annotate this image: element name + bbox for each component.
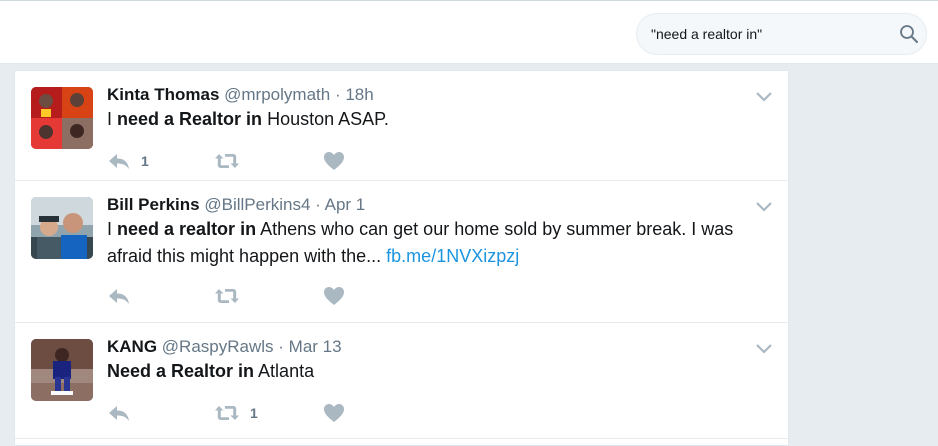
separator: · <box>315 195 321 214</box>
separator: · <box>278 337 284 356</box>
fullname[interactable]: Kinta Thomas <box>107 85 219 104</box>
text-prefix: I <box>107 219 118 239</box>
avatar[interactable] <box>31 339 93 401</box>
search-results-timeline: Kinta Thomas @mrpolymath · 18h I need a … <box>14 70 789 446</box>
fullname[interactable]: KANG <box>107 337 157 356</box>
search-input[interactable] <box>651 23 881 45</box>
tweet-actions: 1 <box>107 150 407 172</box>
tweet-actions: 1 <box>107 402 407 424</box>
retweet-count: 1 <box>250 405 258 421</box>
heart-icon <box>323 403 345 423</box>
chevron-down-icon[interactable] <box>755 342 773 354</box>
reply-button[interactable] <box>107 285 141 307</box>
text-highlight: need a realtor in <box>117 219 257 239</box>
right-sidebar <box>790 64 938 446</box>
chevron-down-icon[interactable] <box>755 90 773 102</box>
timestamp[interactable]: Apr 1 <box>325 195 366 214</box>
tweet[interactable]: KANG @RaspyRawls · Mar 13 Need a Realtor… <box>15 323 788 439</box>
chevron-down-icon[interactable] <box>755 200 773 212</box>
search-icon[interactable] <box>899 24 919 44</box>
timestamp[interactable]: 18h <box>345 85 373 104</box>
retweet-button[interactable] <box>214 150 250 172</box>
text-suffix: Atlanta <box>254 361 315 381</box>
username[interactable]: @BillPerkins4 <box>204 195 310 214</box>
tweet-header: KANG @RaspyRawls · Mar 13 <box>107 337 342 357</box>
avatar[interactable] <box>31 197 93 259</box>
reply-button[interactable] <box>107 402 141 424</box>
search-box[interactable] <box>636 13 927 55</box>
text-highlight: need a Realtor in <box>117 109 263 129</box>
text-highlight: Need a Realtor in <box>107 361 255 381</box>
heart-icon <box>323 286 345 306</box>
retweet-icon <box>214 151 240 171</box>
tweet-text: Need a Realtor in Atlanta <box>107 358 767 385</box>
top-navigation-bar <box>0 0 938 64</box>
reply-icon <box>107 286 131 306</box>
retweet-icon <box>214 403 240 423</box>
heart-icon <box>323 151 345 171</box>
fullname[interactable]: Bill Perkins <box>107 195 200 214</box>
retweet-button[interactable]: 1 <box>214 402 258 424</box>
reply-button[interactable]: 1 <box>107 150 149 172</box>
retweet-icon <box>214 286 240 306</box>
tweet-header: Kinta Thomas @mrpolymath · 18h <box>107 85 374 105</box>
reply-icon <box>107 151 131 171</box>
avatar[interactable] <box>31 87 93 149</box>
timestamp[interactable]: Mar 13 <box>289 337 342 356</box>
like-button[interactable] <box>323 402 355 424</box>
tweet-header: Bill Perkins @BillPerkins4 · Apr 1 <box>107 195 365 215</box>
text-prefix: I <box>107 109 118 129</box>
username[interactable]: @RaspyRawls <box>162 337 274 356</box>
reply-icon <box>107 403 131 423</box>
retweet-button[interactable] <box>214 285 250 307</box>
separator: · <box>334 85 341 104</box>
tweet[interactable]: Bill Perkins @BillPerkins4 · Apr 1 I nee… <box>15 181 788 323</box>
tweet-actions <box>107 285 407 307</box>
username[interactable]: @mrpolymath <box>224 85 330 104</box>
text-suffix: Houston ASAP. <box>262 109 389 129</box>
tweet-link[interactable]: fb.me/1NVXizpzj <box>386 246 519 266</box>
reply-count: 1 <box>141 153 149 169</box>
tweet[interactable]: Kinta Thomas @mrpolymath · 18h I need a … <box>15 71 788 181</box>
like-button[interactable] <box>323 285 355 307</box>
tweet-text: I need a Realtor in Houston ASAP. <box>107 106 767 133</box>
tweet-text: I need a realtor in Athens who can get o… <box>107 216 767 270</box>
like-button[interactable] <box>323 150 355 172</box>
